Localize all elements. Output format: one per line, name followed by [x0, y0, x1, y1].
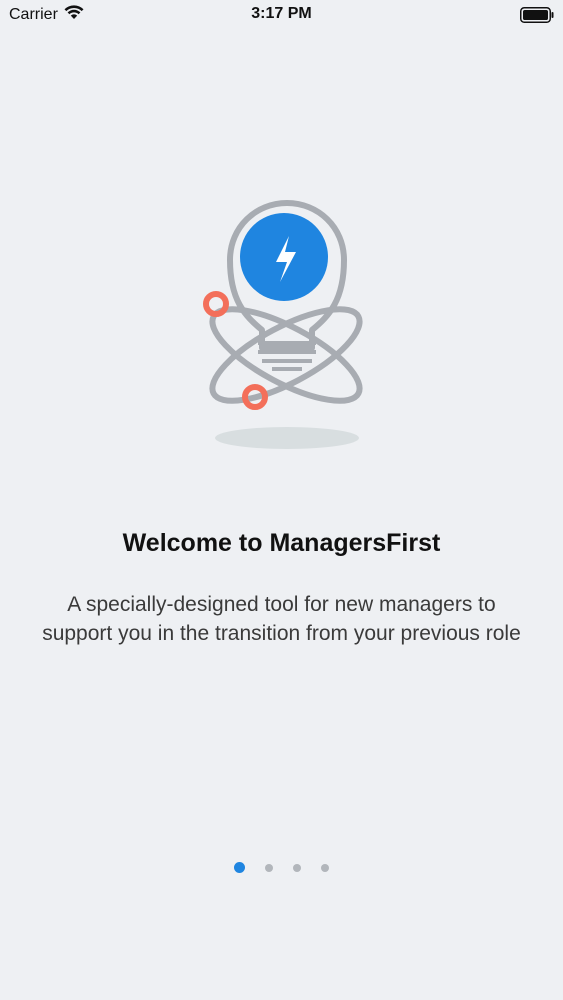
page-dot-4[interactable] [321, 863, 329, 872]
status-time: 3:17 PM [251, 5, 312, 22]
lightbulb-atom-illustration [190, 190, 380, 460]
page-indicator[interactable] [0, 862, 563, 873]
battery-icon [520, 7, 554, 23]
illustration-shadow [215, 427, 359, 449]
page-dot-1[interactable] [234, 862, 245, 873]
onboarding-title: Welcome to ManagersFirst [122, 529, 441, 557]
page-dot-3[interactable] [293, 863, 301, 872]
status-bar: Carrier 3:17 PM [0, 0, 563, 30]
page-dot-2[interactable] [265, 863, 273, 872]
onboarding-description: A specially-designed tool for new manage… [42, 593, 521, 645]
